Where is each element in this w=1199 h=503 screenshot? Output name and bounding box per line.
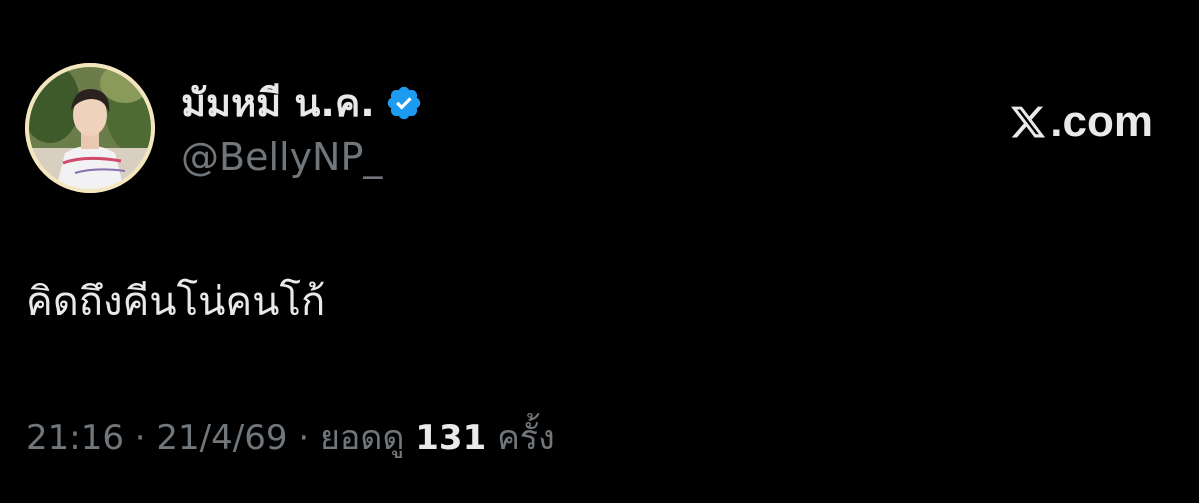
- author-name-row[interactable]: มัมหมี น.ค.: [181, 78, 423, 128]
- brand-watermark: .com: [1008, 95, 1153, 149]
- author-handle[interactable]: @BellyNP_: [181, 132, 382, 182]
- verified-badge-icon: [385, 84, 423, 122]
- x-logo-icon: [1008, 103, 1048, 141]
- meta-separator: ·: [134, 418, 146, 458]
- tweet-time[interactable]: 21:16: [26, 418, 124, 458]
- tweet-date[interactable]: 21/4/69: [156, 418, 287, 458]
- meta-separator: ·: [298, 418, 310, 458]
- avatar-image: [25, 63, 155, 193]
- views-count: 131: [415, 418, 487, 458]
- views-label: ยอดดู: [319, 418, 405, 458]
- display-name[interactable]: มัมหมี น.ค.: [181, 78, 375, 128]
- views-unit: ครั้ง: [497, 418, 555, 458]
- tweet-text: คิดถึงคีนโน่คนโก้: [26, 279, 326, 325]
- tweet-metadata: 21:16 · 21/4/69 · ยอดดู 131 ครั้ง: [26, 413, 555, 463]
- brand-domain-text: .com: [1050, 97, 1153, 146]
- avatar[interactable]: [25, 63, 155, 193]
